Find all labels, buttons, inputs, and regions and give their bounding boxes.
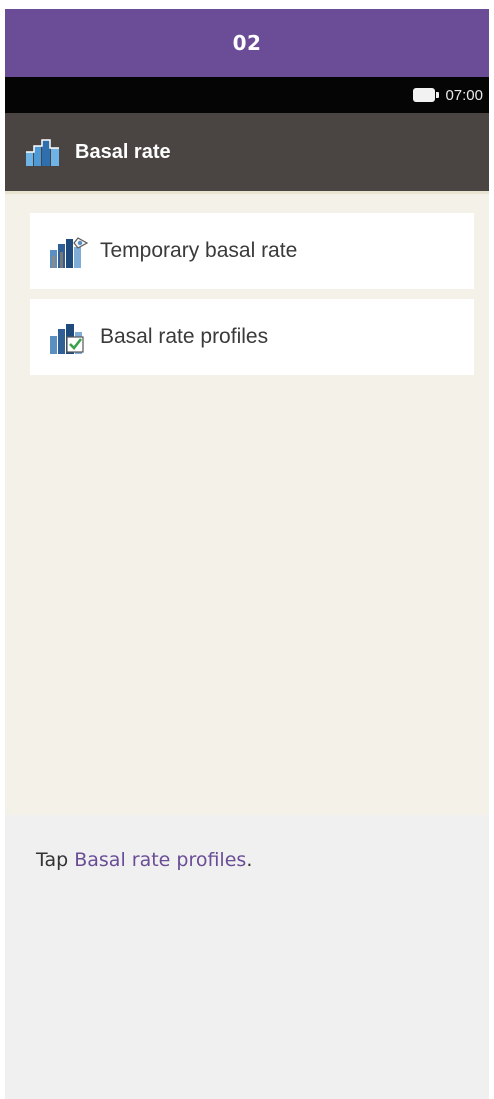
title-bar: Basal rate	[5, 113, 489, 191]
page-title: Basal rate	[75, 140, 171, 163]
step-number: 02	[232, 31, 262, 55]
battery-full-icon	[413, 88, 440, 102]
basal-rate-icon	[26, 139, 59, 166]
status-bar: 07:00	[5, 77, 489, 113]
menu-list: Temporary basal rate Basal rate profiles	[5, 194, 489, 375]
instruction-suffix: .	[246, 849, 253, 871]
page: 02 07:00 Basal rate Temporary basal rate…	[0, 0, 494, 1099]
status-time: 07:00	[445, 86, 483, 104]
instruction-panel: Tap Basal rate profiles.	[5, 815, 489, 1099]
device-screen: 07:00 Basal rate Temporary basal rate Ba…	[5, 77, 489, 815]
step-header: 02	[5, 9, 489, 77]
temporary-basal-rate-icon	[50, 237, 89, 268]
menu-item-label: Basal rate profiles	[100, 325, 269, 348]
instruction-link: Basal rate profiles	[74, 849, 247, 871]
menu-item-basal-rate-profiles[interactable]: Basal rate profiles	[30, 299, 474, 375]
menu-item-label: Temporary basal rate	[100, 239, 298, 262]
instruction-text: Tap Basal rate profiles.	[36, 849, 252, 871]
instruction-prefix: Tap	[36, 849, 75, 871]
menu-item-temporary-basal-rate[interactable]: Temporary basal rate	[30, 213, 474, 289]
basal-rate-profiles-icon	[50, 324, 84, 354]
